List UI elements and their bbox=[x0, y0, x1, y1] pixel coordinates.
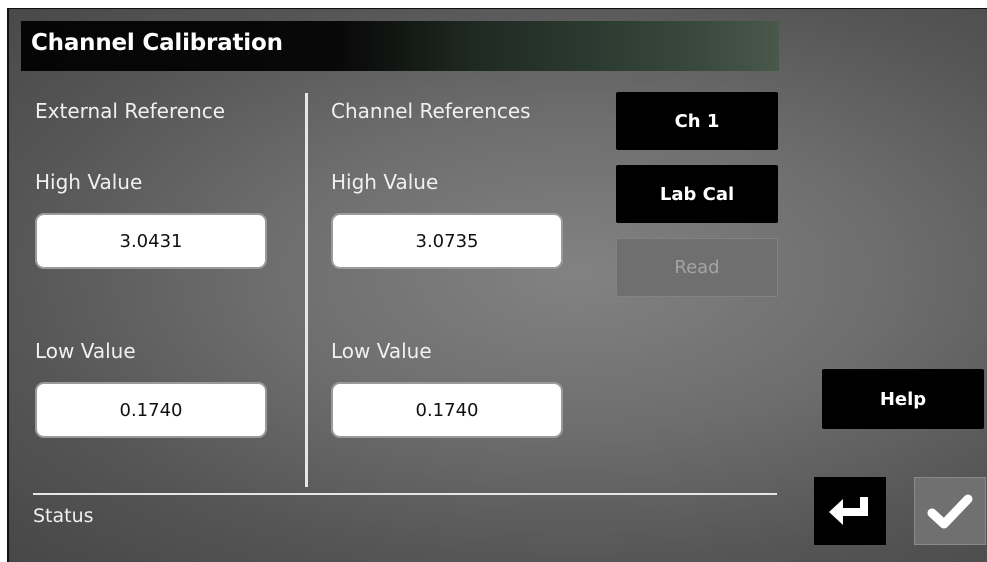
page-title: Channel Calibration bbox=[31, 30, 283, 56]
channel-references-heading: Channel References bbox=[331, 99, 531, 123]
enter-return-icon bbox=[829, 497, 868, 525]
channel-low-value-label: Low Value bbox=[331, 339, 432, 363]
channel-high-value-label: High Value bbox=[331, 170, 439, 194]
external-low-value-field[interactable]: 0.1740 bbox=[35, 382, 267, 438]
external-high-value-label: High Value bbox=[35, 170, 143, 194]
column-divider bbox=[305, 93, 308, 487]
enter-button[interactable] bbox=[814, 477, 886, 545]
title-bar: Channel Calibration bbox=[21, 21, 779, 71]
read-button[interactable]: Read bbox=[616, 238, 778, 297]
status-label: Status bbox=[33, 505, 94, 527]
external-reference-heading: External Reference bbox=[35, 99, 226, 123]
status-divider bbox=[33, 493, 777, 495]
channel-high-value-field[interactable]: 3.0735 bbox=[331, 213, 563, 269]
external-low-value-label: Low Value bbox=[35, 339, 136, 363]
calibration-screen: Channel Calibration External Reference H… bbox=[9, 9, 987, 562]
channel-select-button[interactable]: Ch 1 bbox=[616, 92, 778, 150]
accept-button[interactable] bbox=[914, 477, 986, 545]
help-button[interactable]: Help bbox=[822, 369, 984, 429]
checkmark-icon bbox=[927, 494, 973, 529]
external-high-value-field[interactable]: 3.0431 bbox=[35, 213, 267, 269]
lab-cal-button[interactable]: Lab Cal bbox=[616, 165, 778, 223]
channel-low-value-field[interactable]: 0.1740 bbox=[331, 382, 563, 438]
